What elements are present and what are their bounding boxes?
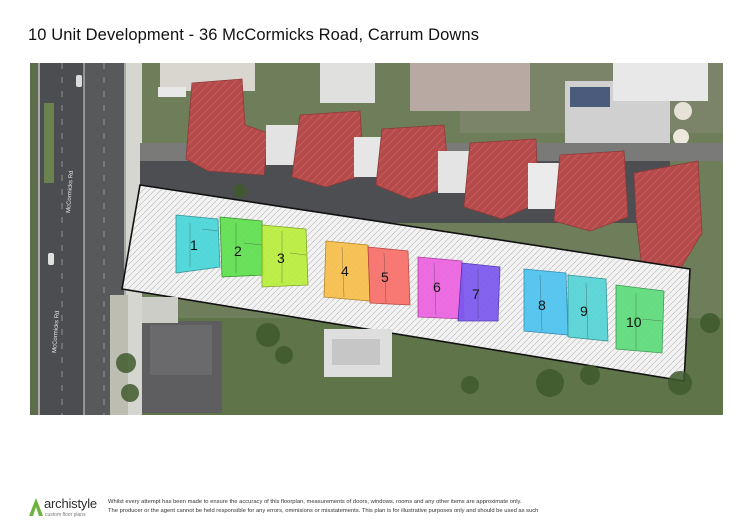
page-title: 10 Unit Development - 36 McCormicks Road… [28, 26, 480, 44]
unit-7-label: 7 [472, 286, 480, 302]
unit-10-label: 10 [626, 314, 642, 330]
unit-7: 7 [457, 262, 501, 322]
unit-3: 3 [261, 224, 309, 288]
disclaimer-line-1: Whilst every attempt has been made to en… [108, 499, 522, 505]
unit-2-label: 2 [234, 243, 242, 259]
unit-5: 5 [367, 246, 411, 306]
archistyle-logo-icon [29, 498, 43, 516]
disclaimer: Whilst every attempt has been made to en… [108, 498, 728, 516]
unit-4: 4 [323, 240, 371, 302]
brand-tagline: custom floor plans [45, 512, 86, 518]
unit-9: 9 [567, 274, 609, 342]
unit-1: 1 [175, 214, 221, 274]
unit-10: 10 [615, 284, 665, 354]
unit-3-label: 3 [277, 250, 285, 266]
unit-4-label: 4 [341, 263, 349, 279]
unit-8: 8 [523, 268, 569, 336]
disclaimer-line-2: The producer or the agent cannot be held… [108, 508, 539, 514]
unit-8-label: 8 [538, 297, 546, 313]
unit-1-label: 1 [190, 237, 198, 253]
footer: archistyle custom floor plans Whilst eve… [28, 495, 728, 525]
unit-6-label: 6 [433, 279, 441, 295]
unit-2: 2 [219, 216, 265, 278]
aerial-site-map: McCormicks Rd McCormicks Rd 1 2 3 4 5 6 … [30, 63, 723, 415]
unit-6: 6 [417, 256, 465, 320]
brand-name: archistyle [44, 496, 97, 511]
